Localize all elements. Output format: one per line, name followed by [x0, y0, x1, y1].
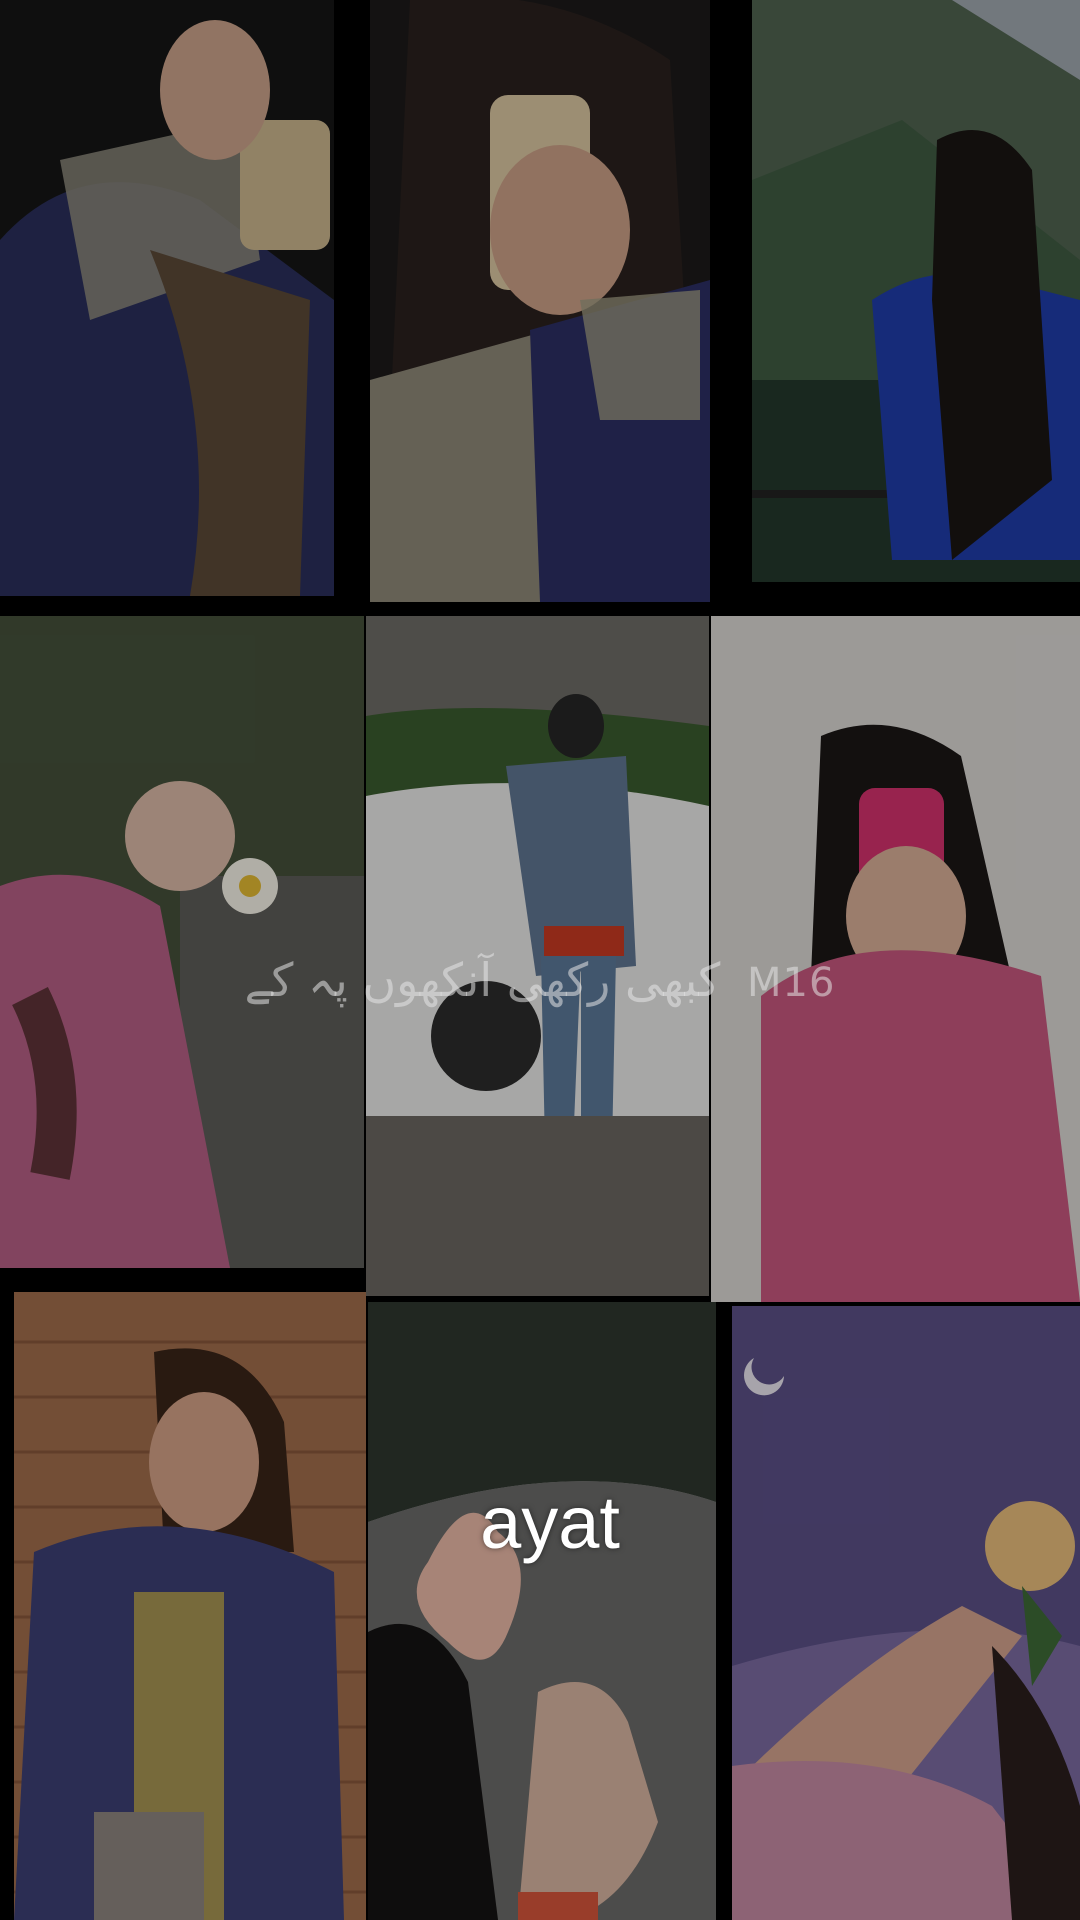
photo-girl-with-rose-moon: [732, 1306, 1080, 1920]
photo-girl-mountain-view: [752, 0, 1080, 582]
photo-mirror-selfie-left: [0, 0, 334, 596]
photo-hand-holding-flower: [368, 1302, 716, 1920]
photo-girl-denim-jacket-brick: [14, 1292, 366, 1920]
photo-mirror-selfie-butterfly-case: [370, 0, 710, 602]
urdu-lyrics-text: کبھی رکھی آنکھوں پہ کے: [244, 953, 721, 1007]
collage-canvas: کبھی رکھی آنکھوں پہ کے M16 ayat: [0, 0, 1080, 1920]
name-label: ayat: [480, 1481, 620, 1564]
tag-text: M16: [747, 960, 836, 1006]
photo-girl-holding-daisy: [0, 616, 364, 1268]
lyrics-overlay: کبھی رکھی آنکھوں پہ کے M16: [0, 945, 1080, 1015]
